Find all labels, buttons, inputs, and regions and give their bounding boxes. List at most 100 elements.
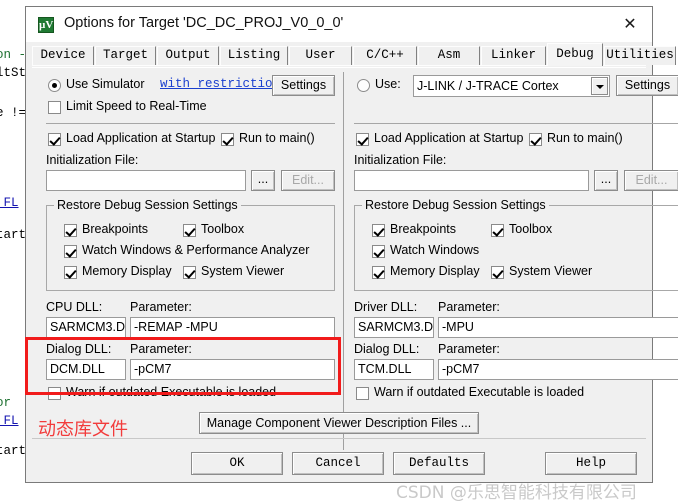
left-separator <box>46 123 335 124</box>
cpu-dll-parameter-input[interactable]: -REMAP -MPU <box>130 317 335 338</box>
restore-breakpoints-checkbox-right[interactable] <box>372 224 385 237</box>
tab-linker[interactable]: Linker <box>481 46 546 65</box>
options-dialog: µV Options for Target 'DC_DC_PROJ_V0_0_0… <box>25 6 678 483</box>
simulator-settings-button[interactable]: Settings <box>272 75 335 96</box>
dialog-dll-parameter-label: Parameter: <box>130 342 192 356</box>
restore-memory-display-label-right: Memory Display <box>390 264 480 278</box>
debug-tab-panel: Use Simulator with restrictions Settings… <box>32 67 678 450</box>
dialog-dll-input[interactable]: DCM.DLL <box>46 359 126 380</box>
code-fragment: or <box>0 396 12 410</box>
dialog-title: Options for Target 'DC_DC_PROJ_V0_0_0' <box>64 15 344 31</box>
load-app-startup-checkbox-left[interactable] <box>48 133 61 146</box>
run-to-main-label-right: Run to main() <box>547 131 623 145</box>
panel-divider <box>343 72 344 450</box>
restore-toolbox-checkbox-right[interactable] <box>491 224 504 237</box>
code-fragment: _FL <box>0 414 19 428</box>
dialog-dll-label-right: Dialog DLL: <box>354 342 420 356</box>
code-fragment: tart <box>0 444 27 458</box>
limit-speed-label: Limit Speed to Real-Time <box>66 99 207 113</box>
restore-watch-windows-checkbox-right[interactable] <box>372 245 385 258</box>
code-fragment: e != <box>0 106 27 120</box>
driver-dll-parameter-input[interactable]: -MPU <box>438 317 678 338</box>
use-debugger-radio[interactable] <box>357 79 370 92</box>
manage-component-viewer-button[interactable]: Manage Component Viewer Description File… <box>199 412 479 434</box>
with-restrictions-link[interactable]: with restrictions <box>160 77 288 91</box>
driver-dll-label: Driver DLL: <box>354 300 418 314</box>
code-fragment: _FL <box>0 196 19 210</box>
tab-debug[interactable]: Debug <box>547 43 603 66</box>
code-fragment: tart <box>0 228 27 242</box>
restore-toolbox-label-left: Toolbox <box>201 222 245 236</box>
restore-toolbox-checkbox-left[interactable] <box>183 224 196 237</box>
init-file-input-right[interactable] <box>354 170 589 191</box>
chevron-down-icon[interactable] <box>591 77 608 95</box>
dialog-dll-parameter-input-right[interactable]: -pCM7 <box>438 359 678 380</box>
driver-dll-input[interactable]: SARMCM3.DLL <box>354 317 434 338</box>
use-simulator-radio[interactable] <box>48 79 61 92</box>
restore-system-viewer-checkbox-left[interactable] <box>183 266 196 279</box>
use-debugger-label: Use: <box>375 77 401 91</box>
keil-uvision-icon: µV <box>38 17 54 33</box>
limit-speed-checkbox[interactable] <box>48 101 61 114</box>
load-app-startup-label-left: Load Application at Startup <box>66 131 216 145</box>
use-simulator-label: Use Simulator <box>66 77 145 91</box>
restore-system-viewer-checkbox-right[interactable] <box>491 266 504 279</box>
warn-outdated-checkbox-left[interactable] <box>48 387 61 400</box>
restore-memory-display-checkbox-right[interactable] <box>372 266 385 279</box>
warn-outdated-checkbox-right[interactable] <box>356 387 369 400</box>
code-fragment: on - <box>0 48 27 62</box>
warn-outdated-label-right: Warn if outdated Executable is loaded <box>374 385 585 399</box>
dialog-dll-parameter-input[interactable]: -pCM7 <box>130 359 335 380</box>
load-app-startup-label-right: Load Application at Startup <box>374 131 524 145</box>
init-file-browse-button-right[interactable]: ... <box>594 170 618 191</box>
cancel-button[interactable]: Cancel <box>292 452 384 475</box>
tab-target[interactable]: Target <box>95 46 156 65</box>
init-file-input-left[interactable] <box>46 170 246 191</box>
init-file-label-left: Initialization File: <box>46 153 139 167</box>
tab-listing[interactable]: Listing <box>220 46 288 65</box>
tab-utilities[interactable]: Utilities <box>604 46 676 65</box>
restore-breakpoints-checkbox-left[interactable] <box>64 224 77 237</box>
tab-output[interactable]: Output <box>157 46 219 65</box>
right-separator <box>354 123 678 124</box>
warn-outdated-label-left: Warn if outdated Executable is loaded <box>66 385 277 399</box>
annotation-note: 动态库文件 <box>38 419 128 440</box>
csdn-watermark: CSDN @乐思智能科技有限公司 <box>396 483 637 503</box>
dialog-titlebar: µV Options for Target 'DC_DC_PROJ_V0_0_0… <box>26 7 652 42</box>
restore-watch-windows-checkbox-left[interactable] <box>64 245 77 258</box>
run-to-main-checkbox-right[interactable] <box>529 133 542 146</box>
init-file-edit-button-right: Edit... <box>624 170 678 191</box>
restore-watch-windows-label-right: Watch Windows <box>390 243 480 257</box>
close-button[interactable]: ✕ <box>608 7 652 41</box>
load-app-startup-checkbox-right[interactable] <box>356 133 369 146</box>
cpu-dll-label: CPU DLL: <box>46 300 103 314</box>
ok-button[interactable]: OK <box>191 452 283 475</box>
dialog-dll-parameter-label-right: Parameter: <box>438 342 500 356</box>
restore-breakpoints-label-left: Breakpoints <box>82 222 149 236</box>
cpu-dll-parameter-label: Parameter: <box>130 300 192 314</box>
init-file-label-right: Initialization File: <box>354 153 447 167</box>
tab-user[interactable]: User <box>289 46 352 65</box>
cpu-dll-input[interactable]: SARMCM3.DLL <box>46 317 126 338</box>
screenshot-root: on - ltSt e != _FL tart or _FL tart µV O… <box>0 0 678 503</box>
debugger-select[interactable]: J-LINK / J-TRACE Cortex <box>413 75 610 97</box>
restore-system-viewer-label-right: System Viewer <box>509 264 593 278</box>
debugger-settings-button[interactable]: Settings <box>616 75 678 96</box>
restore-watch-windows-label-left: Watch Windows & Performance Analyzer <box>82 243 310 257</box>
help-button[interactable]: Help <box>545 452 637 475</box>
restore-session-title-left: Restore Debug Session Settings <box>54 198 241 212</box>
close-icon: ✕ <box>623 14 637 33</box>
defaults-button[interactable]: Defaults <box>393 452 485 475</box>
dialog-dll-label: Dialog DLL: <box>46 342 112 356</box>
tab-device[interactable]: Device <box>32 46 94 65</box>
init-file-edit-button-left: Edit... <box>281 170 335 191</box>
run-to-main-label-left: Run to main() <box>239 131 315 145</box>
restore-memory-display-label-left: Memory Display <box>82 264 172 278</box>
tab-asm[interactable]: Asm <box>418 46 480 65</box>
init-file-browse-button-left[interactable]: ... <box>251 170 275 191</box>
run-to-main-checkbox-left[interactable] <box>221 133 234 146</box>
tab-c-cpp[interactable]: C/C++ <box>353 46 417 65</box>
restore-memory-display-checkbox-left[interactable] <box>64 266 77 279</box>
code-fragment: ltSt <box>0 66 27 80</box>
dialog-dll-input-right[interactable]: TCM.DLL <box>354 359 434 380</box>
